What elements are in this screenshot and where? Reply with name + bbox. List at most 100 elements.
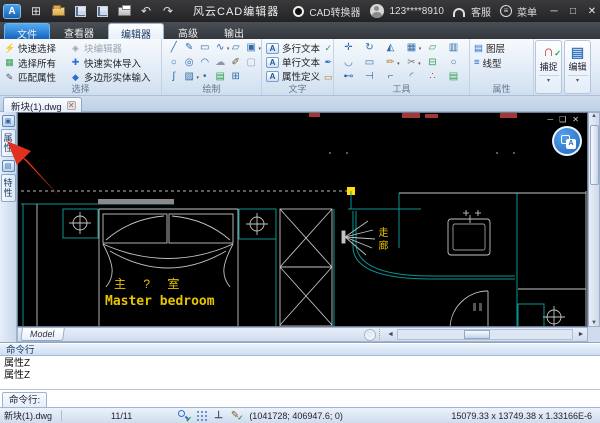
redo-icon[interactable]: ↷ [157, 3, 179, 19]
horizontal-scroll-thumb[interactable] [464, 330, 490, 339]
mdi-close-icon[interactable]: ✕ [572, 115, 579, 124]
stretch-icon[interactable]: ▭ [365, 58, 374, 68]
features-panel-icon[interactable]: ▤ [2, 160, 15, 172]
chamfer-icon[interactable]: ◜ [410, 72, 414, 82]
maximize-button[interactable]: □ [565, 3, 581, 19]
explode-icon[interactable]: ∴ [429, 72, 435, 82]
save-as-icon[interactable] [91, 3, 113, 19]
image-icon[interactable]: ▤ [216, 72, 225, 82]
arc-edit-icon[interactable]: ◡ [344, 58, 353, 68]
fillet-icon[interactable]: ⌐ [388, 72, 394, 82]
account-name[interactable]: 123****8910 [390, 6, 445, 17]
scale-icon[interactable]: ○ [450, 58, 456, 68]
brush-icon[interactable]: ✏▾ [386, 58, 394, 68]
command-input[interactable] [47, 390, 600, 408]
drawing-canvas[interactable]: ─ ❑ ✕ A [17, 112, 588, 327]
line-icon[interactable]: ╱ [171, 43, 177, 53]
ellipse-icon[interactable]: ◎ [185, 58, 194, 68]
pen-icon[interactable]: ✐ [232, 58, 240, 68]
table-icon[interactable]: ⊞ [232, 72, 240, 82]
copy-icon[interactable]: ▱ [429, 43, 437, 53]
text-button[interactable]: A单行文本 [266, 55, 320, 69]
snap-button[interactable]: ∩✓ 捕捉 ▾ [535, 40, 562, 94]
undo-icon[interactable]: ↶ [135, 3, 157, 19]
quick-entity-import-button[interactable]: ✚快速实体导入 [70, 56, 158, 71]
group-icon[interactable]: ⊟ [428, 58, 436, 68]
select-all-button[interactable]: ▦选择所有 [4, 56, 68, 71]
array-icon[interactable]: ▦▾ [407, 43, 416, 53]
save-icon[interactable] [69, 3, 91, 19]
trim-icon[interactable]: ✂▾ [407, 58, 415, 68]
vertical-scrollbar[interactable]: ▲ ▼ [588, 112, 600, 327]
block-editor-button[interactable]: ◈块编辑器 [70, 41, 158, 56]
ink-icon[interactable]: ✒ [325, 57, 333, 68]
hatch-icon[interactable]: ▨▾ [185, 72, 194, 82]
open-folder-icon[interactable] [47, 3, 69, 19]
database-icon[interactable]: ▤ [449, 72, 458, 82]
tab-file[interactable]: 文件 [4, 23, 50, 39]
rectangle-icon[interactable]: ▭ [200, 43, 209, 53]
mirror-icon[interactable]: ◭ [387, 43, 395, 53]
spline-icon[interactable]: ∿▾ [216, 43, 224, 53]
support-button[interactable]: 客服 [471, 4, 491, 19]
linetype-button[interactable]: ≡线型 [474, 56, 530, 71]
dropdown-icon[interactable]: ▾ [568, 75, 588, 84]
scroll-left-icon[interactable]: ◄ [385, 331, 397, 338]
cad-converter-button[interactable]: CAD转换器 [309, 4, 360, 19]
circle-icon[interactable]: ○ [171, 58, 177, 68]
revcloud-icon[interactable]: ☁ [215, 58, 225, 68]
document-tab[interactable]: 新块(1).dwg ✕ [3, 97, 82, 112]
tab-output[interactable]: 输出 [212, 23, 256, 39]
curve-icon[interactable]: ʃ [173, 72, 175, 82]
edit-button[interactable]: ▤ 编辑 ▾ [564, 40, 591, 94]
scroll-down-icon[interactable]: ▼ [591, 320, 597, 326]
minimize-button[interactable]: ─ [546, 3, 562, 19]
layers-button[interactable]: ▤图层 [474, 41, 530, 56]
menu-icon: ≡ [500, 5, 512, 17]
zoom-toggle-icon[interactable]: ✓ [178, 410, 189, 421]
command-history-line: 属性Z [4, 370, 596, 382]
scroll-up-icon[interactable]: ▲ [591, 113, 597, 119]
spellcheck-icon[interactable]: ✓ [325, 43, 333, 54]
draft-toggle-icon[interactable]: ✎✓ [231, 410, 239, 421]
rotate-icon[interactable]: ↻ [365, 43, 373, 53]
user-avatar[interactable] [370, 4, 384, 18]
new-window-icon[interactable]: ⊞ [25, 3, 47, 19]
tab-close-icon[interactable]: ✕ [67, 101, 76, 110]
scroll-right-icon[interactable]: ► [575, 331, 587, 338]
print-icon[interactable] [113, 3, 135, 19]
dropdown-icon: ▾ [258, 47, 261, 52]
mtext-button[interactable]: A多行文本 [266, 41, 320, 55]
mdi-minimize-icon[interactable]: ─ [547, 115, 553, 124]
block-icon[interactable]: ▱ [232, 43, 240, 53]
properties-panel-icon[interactable]: ▣ [2, 115, 15, 127]
dropdown-icon[interactable]: ▾ [539, 75, 559, 84]
lengthen-icon[interactable]: ⊷ [344, 72, 354, 82]
ortho-toggle-icon[interactable]: ⊥ [214, 410, 223, 421]
arc-icon[interactable]: ◠ [200, 58, 209, 68]
tab-advanced[interactable]: 高级 [166, 23, 210, 39]
mdi-restore-icon[interactable]: ❑ [559, 115, 566, 124]
close-button[interactable]: ✕ [584, 3, 600, 19]
insert-icon[interactable]: ▣▾ [247, 43, 256, 53]
vertical-scroll-thumb[interactable] [590, 125, 599, 185]
horizontal-scrollbar[interactable] [397, 329, 573, 340]
polyline-icon[interactable]: ✎ [185, 43, 193, 53]
move-icon[interactable]: ✛ [344, 43, 352, 53]
floating-convert-button[interactable]: A [552, 126, 582, 156]
tab-viewer[interactable]: 查看器 [52, 23, 106, 39]
grid-toggle-icon[interactable] [197, 411, 206, 420]
attdef-button[interactable]: A属性定义 [266, 69, 320, 83]
model-tab[interactable]: Model [20, 328, 64, 341]
sidebar-tab-properties[interactable]: 属性 [1, 129, 16, 157]
menu-button[interactable]: 菜单 [517, 4, 537, 19]
paste-icon[interactable]: ▥ [449, 43, 458, 53]
break-icon[interactable]: ⊣ [365, 72, 374, 82]
quick-select-button[interactable]: ⚡快速选择 [4, 41, 68, 56]
sidebar-tab-features[interactable]: 特性 [1, 174, 16, 202]
group-draw: ╱ ✎ ▭ ∿▾ ▱ ▣▾ ○ ◎ ◠ ☁ ✐ ▢ ʃ ▨▾ • ▤ ⊞ 绘制 [162, 39, 262, 95]
tab-editor[interactable]: 编辑器 [108, 23, 164, 39]
region-icon[interactable]: ▢ [247, 58, 256, 68]
pan-icon[interactable]: ♡ [364, 329, 376, 341]
point-icon[interactable]: • [203, 72, 207, 82]
